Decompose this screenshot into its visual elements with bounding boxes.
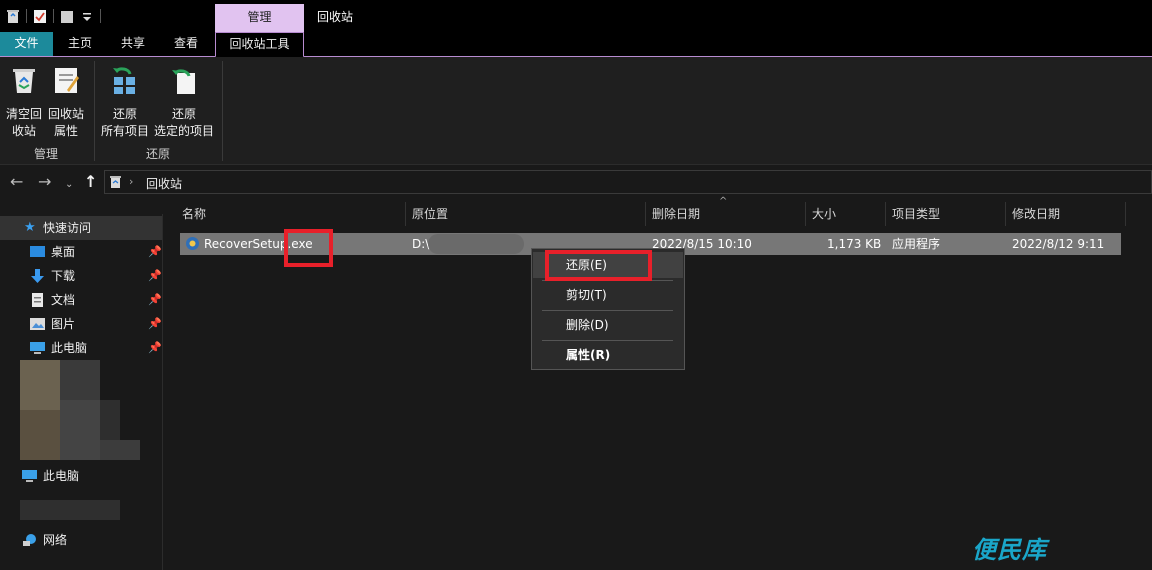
group-label-restore: 还原 <box>146 147 171 161</box>
empty-recycle-bin-button[interactable]: 清空回 收站 <box>4 63 44 140</box>
original-location: D:\ <box>412 237 430 251</box>
ribbon-button-label: 回收站 <box>47 107 84 121</box>
breadcrumb-recycle-bin[interactable]: 回收站 <box>146 175 182 192</box>
menu-item-cut[interactable]: 剪切(T) <box>533 282 683 308</box>
sidebar-item-quick-access[interactable]: ★ 快速访问 <box>0 216 162 240</box>
highlight-box-extension <box>284 229 333 267</box>
document-icon <box>32 293 43 307</box>
navigation-pane: ★ 快速访问 桌面 📌 下载 📌 文档 📌 图片 📌 此电脑 📌 此电脑 网络 <box>0 214 163 570</box>
recycle-bin-icon <box>13 69 35 93</box>
tab-view[interactable]: 查看 <box>166 32 206 56</box>
sidebar-item-label: 网络 <box>43 533 68 547</box>
sidebar-item-label: 此电脑 <box>51 341 88 355</box>
sidebar-item-this-pc[interactable]: 此电脑 <box>0 464 162 488</box>
sort-ascending-icon: ^ <box>719 196 728 207</box>
star-icon: ★ <box>24 220 36 235</box>
pin-icon[interactable]: 📌 <box>148 336 162 360</box>
tab-share[interactable]: 共享 <box>113 32 153 56</box>
sidebar-item-network[interactable]: 网络 <box>0 528 162 552</box>
sidebar-item-label: 快速访问 <box>43 221 92 235</box>
restore-all-items-button[interactable]: 还原 所有项目 <box>98 63 152 140</box>
ribbon-button-label: 所有项目 <box>100 124 149 138</box>
dropdown-icon[interactable] <box>80 9 94 24</box>
tab-file[interactable]: 文件 <box>0 32 53 56</box>
breadcrumb-chevron-icon[interactable]: › <box>129 175 133 188</box>
computer-icon <box>22 470 37 482</box>
group-separator <box>222 61 223 161</box>
sidebar-item-pictures[interactable]: 图片 📌 <box>0 312 162 336</box>
recycle-bin-icon[interactable] <box>6 9 20 24</box>
ribbon-button-label: 收站 <box>11 124 36 138</box>
ribbon: 清空回 收站 回收站 属性 还原 所有项目 还原 选定的项目 管理 还原 <box>0 57 1152 165</box>
navigation-bar: ← → ⌄ ↑ › 回收站 <box>0 166 1152 198</box>
file-name-base: RecoverSetup <box>204 237 288 251</box>
group-separator <box>94 61 95 161</box>
date-modified: 2022/8/12 9:11 <box>1012 237 1105 251</box>
sidebar-item-documents[interactable]: 文档 📌 <box>0 288 162 312</box>
column-header-item-type[interactable]: 项目类型 <box>886 202 1006 226</box>
properties-icon[interactable] <box>33 9 47 24</box>
sidebar-item-label: 此电脑 <box>43 469 80 483</box>
item-type: 应用程序 <box>892 237 941 251</box>
pictures-icon <box>30 318 45 330</box>
column-header-date-modified[interactable]: 修改日期 <box>1006 202 1126 226</box>
pin-icon[interactable]: 📌 <box>148 240 162 264</box>
sidebar-item-label: 下载 <box>51 269 76 283</box>
pin-icon[interactable]: 📌 <box>148 288 162 312</box>
highlight-box-restore <box>545 250 652 281</box>
tab-recycle-bin-tools[interactable]: 回收站工具 <box>215 32 304 58</box>
column-header-original-location[interactable]: 原位置 <box>406 202 646 226</box>
column-header-size[interactable]: 大小 <box>806 202 886 226</box>
ribbon-button-label: 选定的项目 <box>153 124 214 138</box>
ribbon-button-label: 属性 <box>53 124 78 138</box>
menu-item-properties[interactable]: 属性(R) <box>533 342 683 368</box>
desktop-icon <box>30 246 45 257</box>
tab-home[interactable]: 主页 <box>60 32 100 56</box>
recent-dropdown-icon[interactable]: ⌄ <box>65 177 73 193</box>
recycle-bin-icon <box>110 176 121 188</box>
restore-all-icon <box>113 67 135 94</box>
ribbon-button-label: 还原 <box>171 107 196 121</box>
up-arrow-icon[interactable]: ↑ <box>84 174 97 190</box>
menu-separator <box>542 310 673 311</box>
computer-icon <box>30 342 45 354</box>
menu-separator <box>542 340 673 341</box>
sidebar-item-label: 图片 <box>51 317 76 331</box>
menu-item-delete[interactable]: 删除(D) <box>533 312 683 338</box>
folder-icon[interactable] <box>60 9 74 24</box>
column-header-name[interactable]: 名称 <box>176 202 406 226</box>
sidebar-item-label: 文档 <box>51 293 76 307</box>
sidebar-item-this-pc-pinned[interactable]: 此电脑 📌 <box>0 336 162 360</box>
watermark: 便民库 <box>972 536 1047 564</box>
restore-selected-items-button[interactable]: 还原 选定的项目 <box>152 63 216 140</box>
sidebar-item-downloads[interactable]: 下载 📌 <box>0 264 162 288</box>
file-size: 1,173 KB <box>827 237 882 251</box>
recycle-bin-properties-button[interactable]: 回收站 属性 <box>46 63 86 140</box>
back-arrow-icon[interactable]: ← <box>10 174 23 190</box>
download-icon <box>31 269 44 283</box>
qat-separator <box>53 9 54 23</box>
properties-icon <box>55 68 79 93</box>
group-label-manage: 管理 <box>34 147 59 161</box>
address-bar[interactable]: › 回收站 <box>104 170 1152 194</box>
qat-separator <box>26 9 27 23</box>
title-bar: 管理 回收站 <box>0 0 1152 32</box>
ribbon-button-label: 清空回 <box>5 107 42 121</box>
ribbon-button-label: 还原 <box>112 107 137 121</box>
forward-arrow-icon[interactable]: → <box>38 174 51 190</box>
contextual-tab-manage[interactable]: 管理 <box>215 4 304 32</box>
sidebar-item-label: 桌面 <box>51 245 76 259</box>
pin-icon[interactable]: 📌 <box>148 312 162 336</box>
ribbon-tab-bar: 文件 主页 共享 查看 回收站工具 <box>0 32 1152 58</box>
pin-icon[interactable]: 📌 <box>148 264 162 288</box>
application-icon <box>186 237 199 250</box>
restore-selected-icon <box>172 69 195 94</box>
window-title: 回收站 <box>317 10 354 24</box>
sidebar-item-desktop[interactable]: 桌面 📌 <box>0 240 162 264</box>
network-icon <box>23 534 36 546</box>
qat-separator <box>100 9 101 23</box>
quick-access-toolbar <box>6 6 101 26</box>
censored-path <box>428 234 524 254</box>
